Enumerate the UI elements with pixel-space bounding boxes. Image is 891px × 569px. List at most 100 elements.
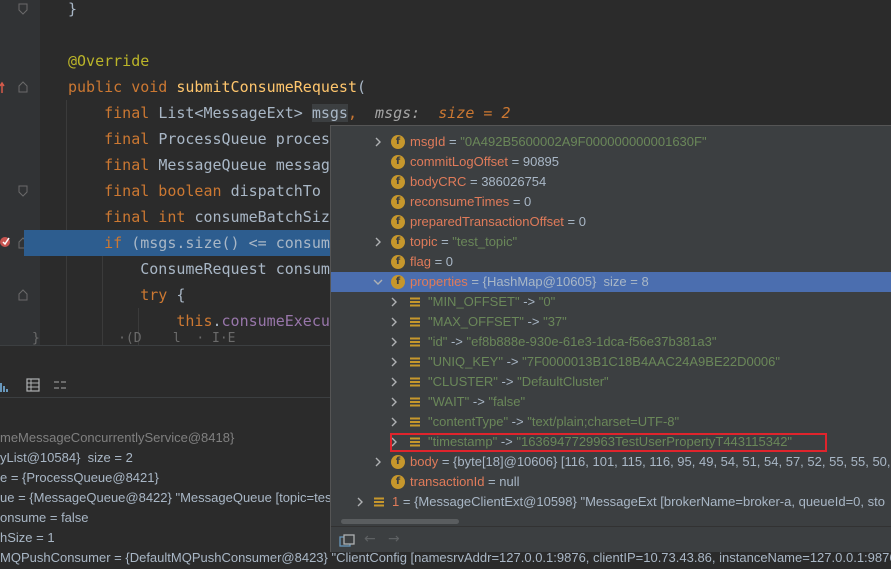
- code-line[interactable]: try {: [40, 282, 185, 308]
- fold-end-icon[interactable]: [18, 3, 28, 15]
- breakpoint-icon[interactable]: [0, 234, 14, 248]
- tree-node[interactable]: f bodyCRC = 386026754: [331, 172, 891, 192]
- code-token: (: [357, 78, 366, 96]
- variable-row[interactable]: onsume = false: [0, 508, 89, 528]
- map-entry-icon: [409, 376, 421, 388]
- fold-start-icon[interactable]: [18, 289, 28, 301]
- node-operator: ->: [447, 334, 466, 349]
- variable-row[interactable]: ue = {MessageQueue@8422} "MessageQueue […: [0, 488, 331, 508]
- tree-node[interactable]: f commitLogOffset = 90895: [331, 152, 891, 172]
- override-marker-icon[interactable]: [0, 80, 10, 94]
- variable-text: ue = {MessageQueue@8422} "MessageQueue […: [0, 490, 331, 505]
- node-value: "ef8b888e-930e-61e3-1dca-f56e37b381a3": [467, 334, 717, 349]
- variable-row[interactable]: yList@10584} size = 2: [0, 448, 133, 468]
- fold-end-icon[interactable]: [18, 185, 28, 197]
- tree-node[interactable]: 1 = {MessageClientExt@10598} "MessageExt…: [331, 492, 891, 512]
- code-line[interactable]: final List<MessageExt> msgs, msgs: size …: [40, 100, 511, 126]
- variable-text: e = {ProcessQueue@8421}: [0, 470, 159, 485]
- code-token: dispatchTo: [231, 182, 321, 200]
- node-operator: ->: [524, 314, 543, 329]
- tree-node[interactable]: f flag = 0: [331, 252, 891, 272]
- variable-row[interactable]: hSize = 1: [0, 528, 55, 548]
- debugger-toolbar: [0, 372, 340, 398]
- node-operator: ->: [508, 414, 527, 429]
- inspection-popup[interactable]: f msgId = "0A492B5600002A9F00000000000163…: [330, 125, 891, 552]
- node-name: "MAX_OFFSET": [428, 314, 524, 329]
- code-line[interactable]: @Override: [40, 48, 149, 74]
- node-value: "DefaultCluster": [517, 374, 609, 389]
- node-name: "id": [428, 334, 447, 349]
- variable-row[interactable]: e = {ProcessQueue@8421}: [0, 468, 159, 488]
- tree-node[interactable]: "id" -> "ef8b888e-930e-61e3-1dca-f56e37b…: [331, 332, 891, 352]
- code-line[interactable]: public void submitConsumeRequest(: [40, 74, 366, 100]
- frames-icon[interactable]: [0, 378, 10, 390]
- expand-chevron-right-icon[interactable]: [373, 237, 383, 247]
- watches-icon[interactable]: [53, 377, 67, 391]
- tree-node[interactable]: f reconsumeTimes = 0: [331, 192, 891, 212]
- code-line[interactable]: [40, 22, 68, 48]
- tree-node[interactable]: f topic = "test_topic": [331, 232, 891, 252]
- node-name: flag: [410, 254, 431, 269]
- expand-chevron-right-icon[interactable]: [373, 137, 383, 147]
- expand-chevron-right-icon[interactable]: [389, 317, 399, 327]
- code-token: try: [68, 286, 176, 304]
- tree-node-text: preparedTransactionOffset = 0: [410, 212, 586, 232]
- table-view-icon[interactable]: [26, 377, 40, 391]
- tree-node[interactable]: f body = {byte[18]@10606} [116, 101, 115,…: [331, 452, 891, 472]
- node-name: "UNIQ_KEY": [428, 354, 503, 369]
- tree-node[interactable]: "MIN_OFFSET" -> "0": [331, 292, 891, 312]
- code-token: ,: [348, 104, 357, 122]
- code-line[interactable]: final int consumeBatchSiz: [40, 204, 330, 230]
- expand-chevron-right-icon[interactable]: [355, 497, 365, 507]
- tree-node[interactable]: f preparedTransactionOffset = 0: [331, 212, 891, 232]
- variable-row[interactable]: meMessageConcurrentlyService@8418}: [0, 428, 234, 448]
- expand-chevron-right-icon[interactable]: [389, 297, 399, 307]
- expand-chevron-right-icon[interactable]: [389, 417, 399, 427]
- node-value: {byte[18]@10606} [116, 101, 115, 116, 95…: [453, 454, 891, 469]
- code-token: consumeExecu: [222, 312, 330, 330]
- map-entry-icon: [409, 296, 421, 308]
- tree-node[interactable]: f properties = {HashMap@10605} size = 8: [331, 272, 891, 292]
- code-line[interactable]: final MessageQueue messag: [40, 152, 330, 178]
- forward-arrow-icon[interactable]: →: [388, 531, 400, 547]
- variable-text: MQPushConsumer = {DefaultMQPushConsumer@…: [0, 550, 891, 565]
- node-value: "0A492B5600002A9F000000000001630F": [460, 134, 706, 149]
- node-value: "false": [488, 394, 525, 409]
- expand-chevron-right-icon[interactable]: [373, 457, 383, 467]
- tree-node[interactable]: "UNIQ_KEY" -> "7F0000013B1C18B4AAC24A9BE…: [331, 352, 891, 372]
- expand-chevron-right-icon[interactable]: [389, 357, 399, 367]
- horizontal-scrollbar[interactable]: [341, 519, 459, 524]
- node-name: bodyCRC: [410, 174, 466, 189]
- tree-node-text: commitLogOffset = 90895: [410, 152, 559, 172]
- back-arrow-icon[interactable]: ←: [364, 531, 376, 547]
- expand-chevron-right-icon[interactable]: [389, 397, 399, 407]
- field-icon: f: [391, 175, 405, 189]
- open-in-window-icon[interactable]: [339, 533, 355, 547]
- popup-header: [331, 126, 891, 129]
- tree-node[interactable]: f transactionId = null: [331, 472, 891, 492]
- tree-node[interactable]: f msgId = "0A492B5600002A9F00000000000163…: [331, 132, 891, 152]
- code-line[interactable]: if (msgs.size() <= consum: [24, 230, 344, 256]
- node-value: 0: [524, 194, 531, 209]
- code-line[interactable]: ConsumeRequest consum: [40, 256, 330, 282]
- tree-node-text: "MAX_OFFSET" -> "37": [428, 312, 567, 332]
- tree-node[interactable]: "MAX_OFFSET" -> "37": [331, 312, 891, 332]
- expand-chevron-right-icon[interactable]: [389, 337, 399, 347]
- code-line[interactable]: final ProcessQueue proces: [40, 126, 330, 152]
- map-entry-icon: [409, 356, 421, 368]
- fold-start-icon[interactable]: [18, 81, 28, 93]
- code-token: final: [68, 156, 158, 174]
- tree-node[interactable]: "WAIT" -> "false": [331, 392, 891, 412]
- tree-node[interactable]: "contentType" -> "text/plain;charset=UTF…: [331, 412, 891, 432]
- code-line[interactable]: }: [40, 0, 77, 22]
- code-line[interactable]: final boolean dispatchTo: [40, 178, 321, 204]
- tree-node[interactable]: "CLUSTER" -> "DefaultCluster": [331, 372, 891, 392]
- code-token: final boolean: [68, 182, 231, 200]
- expand-chevron-right-icon[interactable]: [389, 377, 399, 387]
- expand-chevron-down-icon[interactable]: [373, 277, 383, 287]
- map-entry-icon: [409, 416, 421, 428]
- node-name: "CLUSTER": [428, 374, 498, 389]
- tree-node-text: topic = "test_topic": [410, 232, 517, 252]
- editor-gutter[interactable]: [0, 0, 40, 345]
- node-value: 0: [446, 254, 453, 269]
